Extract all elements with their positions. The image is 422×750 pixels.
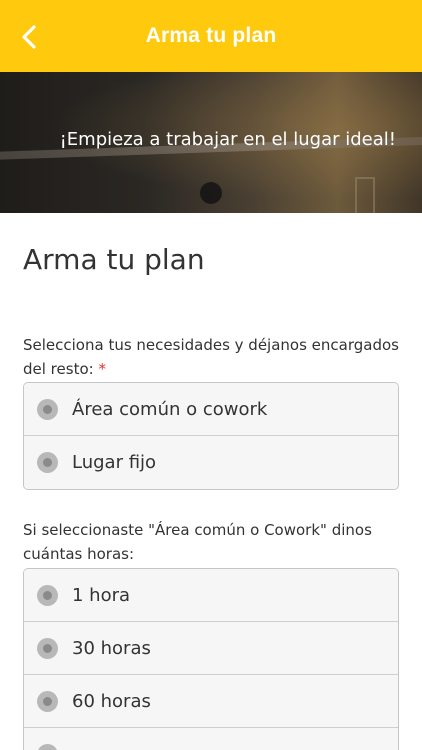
hours-radio-group: 1 hora 30 horas 60 horas xyxy=(23,568,399,750)
question-needs-label: Selecciona tus necesidades y déjanos enc… xyxy=(23,333,399,381)
option-30-horas[interactable]: 30 horas xyxy=(24,622,398,675)
radio-button-icon[interactable] xyxy=(37,452,58,473)
header-title: Arma tu plan xyxy=(145,24,277,47)
app-header: Arma tu plan xyxy=(0,0,422,72)
option-area-comun[interactable]: Área común o cowork xyxy=(24,383,398,436)
chevron-left-icon xyxy=(22,25,36,49)
option-lugar-fijo[interactable]: Lugar fijo xyxy=(24,436,398,489)
option-label: 1 hora xyxy=(72,584,131,606)
required-asterisk: * xyxy=(98,360,106,378)
question-needs-text: Selecciona tus necesidades y déjanos enc… xyxy=(23,336,399,378)
page-title: Arma tu plan xyxy=(23,243,205,276)
hero-tagline: ¡Empieza a trabajar en el lugar ideal! xyxy=(59,129,396,150)
back-button[interactable] xyxy=(14,22,44,52)
hero-banner: ¡Empieza a trabajar en el lugar ideal! xyxy=(0,72,422,213)
option-label: Lugar fijo xyxy=(72,452,157,473)
radio-button-icon[interactable] xyxy=(37,398,58,420)
needs-radio-group: Área común o cowork Lugar fijo xyxy=(23,382,399,490)
hero-object-decoration xyxy=(355,177,375,213)
option-1-hora[interactable]: 1 hora xyxy=(24,569,398,622)
hero-lamp-decoration xyxy=(200,182,222,204)
radio-button-icon[interactable] xyxy=(37,584,58,606)
option-partial[interactable] xyxy=(24,728,398,750)
radio-button-icon[interactable] xyxy=(37,690,58,712)
radio-button-icon[interactable] xyxy=(37,637,58,659)
option-60-horas[interactable]: 60 horas xyxy=(24,675,398,728)
option-label: Área común o cowork xyxy=(72,398,268,420)
question-hours-label: Si seleccionaste "Área común o Cowork" d… xyxy=(23,521,372,563)
option-label: 30 horas xyxy=(72,637,151,659)
radio-button-icon[interactable] xyxy=(37,743,58,750)
option-label: 60 horas xyxy=(72,690,151,712)
